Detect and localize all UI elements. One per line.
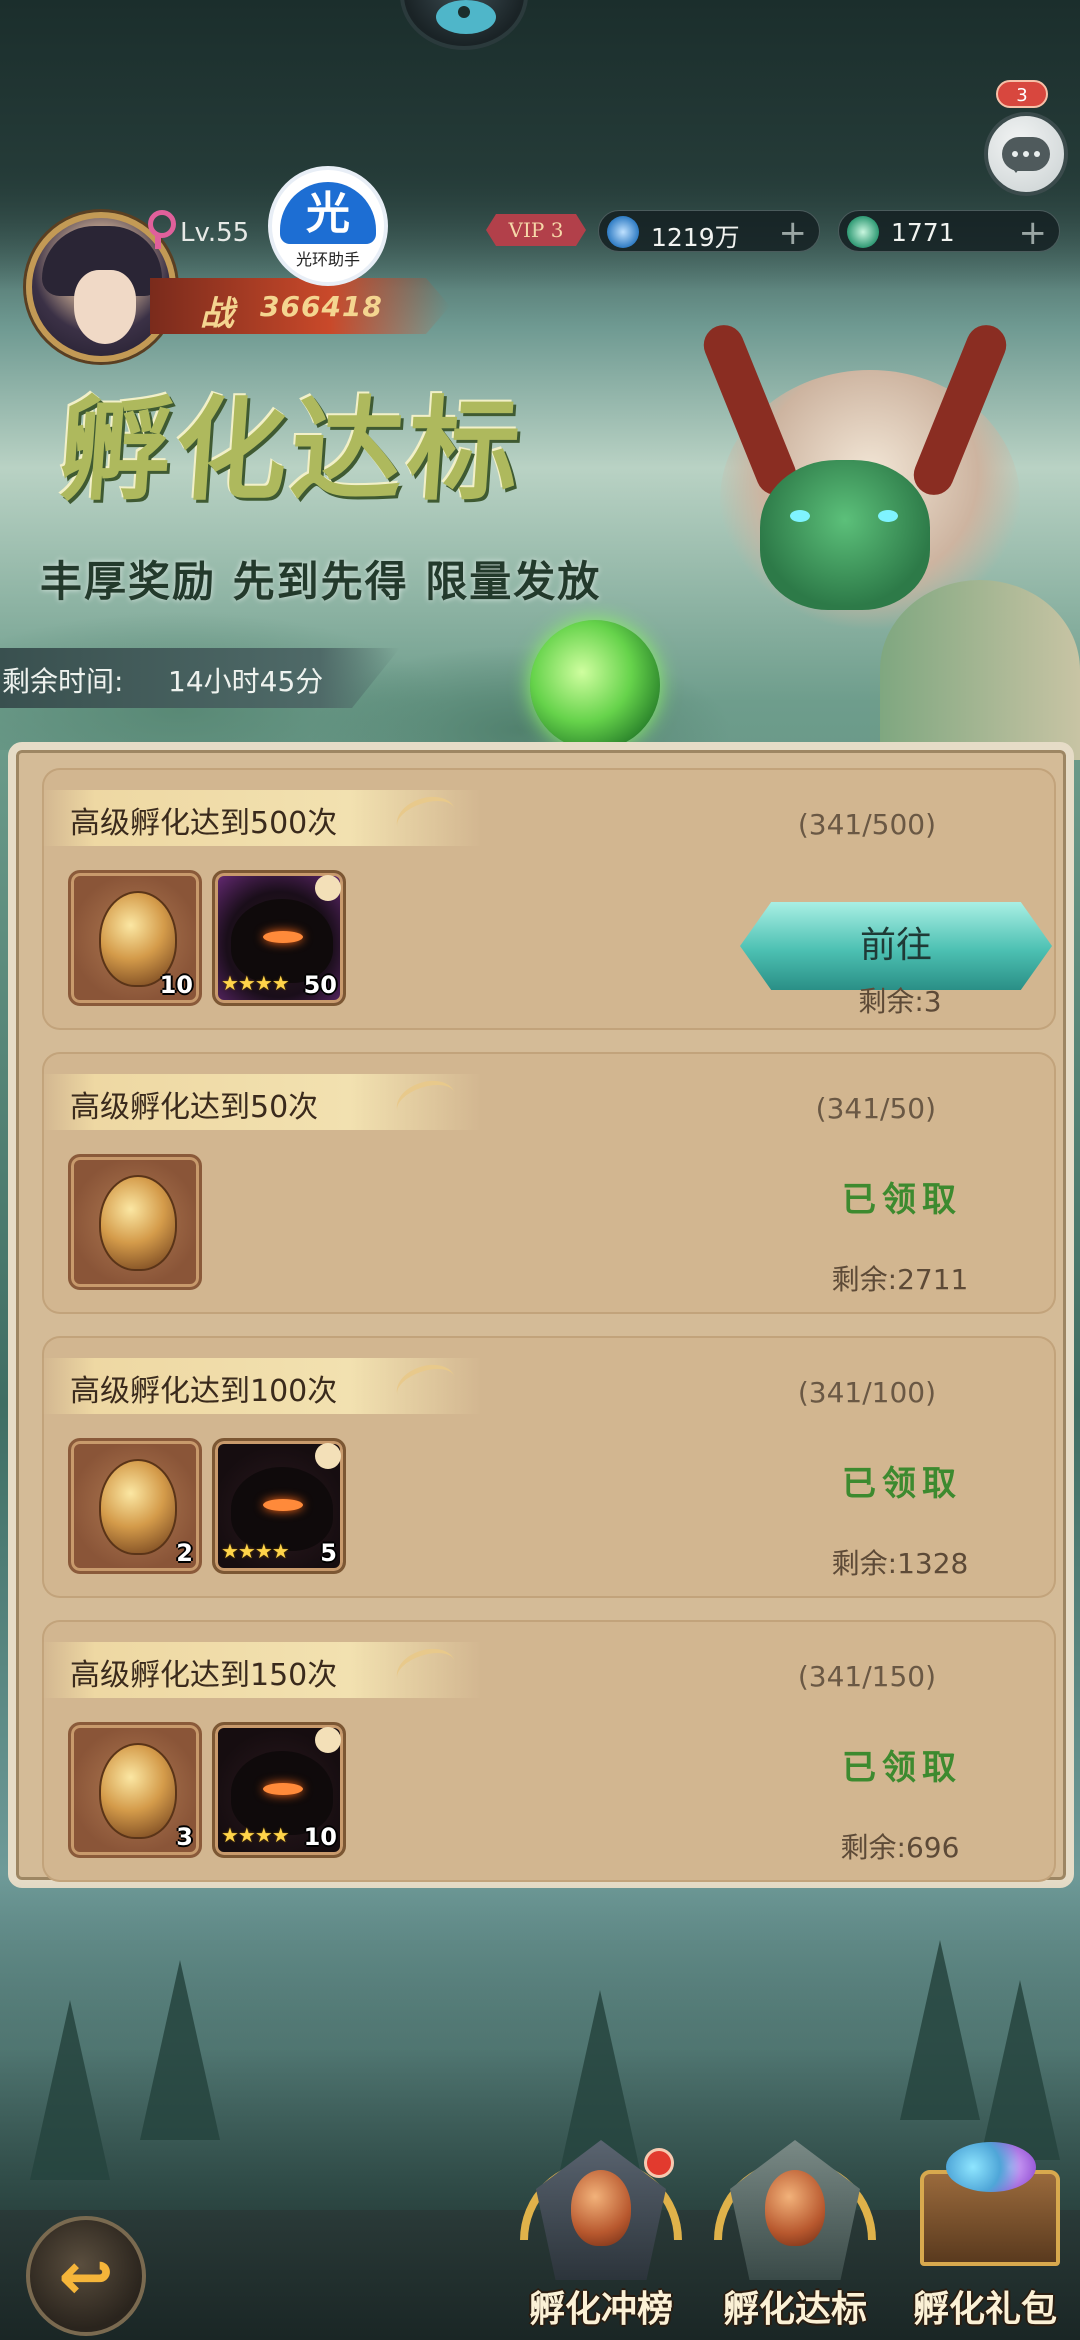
star-rating: ★★★★ [221,1823,290,1847]
notification-dot [644,2148,674,2178]
remaining-time-value: 14小时45分 [168,665,324,698]
star-rating: ★★★★ [221,1539,290,1563]
mascot-icon [436,0,496,34]
task-progress: (341/50) [815,1092,936,1125]
add-diamond-button[interactable]: + [779,213,808,253]
remaining-count: 剩余:3 [858,985,942,1018]
task-card: 高级孵化达到150次 (341/150) 3 ★★★★ 10 已领取 剩余:69… [42,1620,1056,1882]
reward-quantity: 10 [303,1823,337,1851]
combat-power-bar: 战 366418 [150,278,450,334]
task-list-panel[interactable]: 高级孵化达到500次 (341/500) 10 ★★★★ 50 前往 剩余:3 … [8,742,1074,1888]
reward-quantity: 10 [159,971,193,999]
claimed-status: 已领取 [842,1464,962,1504]
remaining-time-label: 剩余时间: [2,665,124,698]
currency-jade-value: 1771 [891,218,955,247]
event-subtitle: 丰厚奖励 先到先得 限量发放 [40,557,602,606]
chat-button[interactable] [984,112,1068,196]
go-button[interactable]: 前往 [740,902,1052,990]
add-jade-button[interactable]: + [1019,213,1048,253]
task-title: 高级孵化达到500次 [70,806,338,841]
reward-quantity: 50 [303,971,337,999]
task-card: 高级孵化达到500次 (341/500) 10 ★★★★ 50 前往 剩余:3 [42,768,1056,1030]
reward-egg-slot[interactable] [68,1154,202,1290]
remaining-count: 剩余:2711 [831,1263,969,1296]
event-banner: 孵化达标 丰厚奖励 先到先得 限量发放 剩余时间: 14小时45分 [0,319,1080,760]
golden-egg-icon [99,1459,177,1555]
chat-bubble-icon [1002,137,1050,173]
reward-quantity: 5 [320,1539,337,1567]
reward-egg-slot[interactable]: 10 [68,870,202,1006]
claimed-status: 已领取 [842,1180,962,1220]
nav-label: 孵化达标 [722,2289,867,2330]
hatch-milestone-icon [730,2140,860,2280]
currency-jade: 1771 + [838,210,1060,253]
assistant-logo-icon: 光 [280,182,376,244]
reward-beast-slot[interactable]: ★★★★ 50 [212,870,346,1006]
task-card: 高级孵化达到100次 (341/100) 2 ★★★★ 5 已领取 剩余:132… [42,1336,1056,1598]
assistant-overlay-button[interactable]: 光 光环助手 [268,166,388,286]
back-arrow-icon: ↩ [58,2237,114,2315]
jade-coin-icon [847,216,879,248]
reward-beast-slot[interactable]: ★★★★ 10 [212,1722,346,1858]
fragment-corner-icon [315,1443,341,1469]
fragment-corner-icon [315,1727,341,1753]
reward-quantity: 3 [176,1823,193,1851]
currency-diamond: 1219万 + [598,210,820,253]
event-title: 孵化达标 [54,385,528,516]
nav-hatch-gift-pack[interactable]: 孵化礼包 [890,2130,1080,2340]
reward-quantity: 2 [176,1539,193,1567]
task-progress: (341/100) [797,1376,936,1409]
remaining-time-ribbon: 剩余时间: 14小时45分 [0,648,400,708]
reward-egg-slot[interactable]: 3 [68,1722,202,1858]
reward-egg-slot[interactable]: 2 [68,1438,202,1574]
nav-label: 孵化冲榜 [528,2289,673,2330]
task-progress: (341/150) [797,1660,936,1693]
task-title: 高级孵化达到50次 [70,1090,319,1125]
task-title: 高级孵化达到150次 [70,1658,338,1693]
currency-diamond-value: 1219万 [651,223,740,252]
golden-egg-icon [99,1175,177,1271]
player-level: Lv.55 [180,218,250,248]
remaining-count: 剩余:696 [840,1831,960,1864]
claimed-status: 已领取 [842,1748,962,1788]
task-title: 高级孵化达到100次 [70,1374,338,1409]
dragon-artwork [530,319,1080,760]
nav-hatch-ranking[interactable]: 孵化冲榜 [506,2130,696,2340]
task-card: 高级孵化达到50次 (341/50) 已领取 剩余:2711 [42,1052,1056,1314]
combat-power-icon: 战 [200,294,234,334]
fragment-corner-icon [315,875,341,901]
female-gender-icon [148,210,176,249]
golden-egg-icon [99,1743,177,1839]
vip-badge[interactable]: VIP 3 [486,214,586,246]
combat-power-value: 366418 [260,290,383,323]
nav-label: 孵化礼包 [912,2289,1057,2330]
chat-unread-badge: 3 [996,80,1048,108]
assistant-label: 光环助手 [295,250,360,269]
star-rating: ★★★★ [221,971,290,995]
remaining-count: 剩余:1328 [831,1547,969,1580]
diamond-coin-icon [607,216,639,248]
nav-hatch-milestone[interactable]: 孵化达标 [700,2130,890,2340]
reward-beast-slot[interactable]: ★★★★ 5 [212,1438,346,1574]
back-button[interactable]: ↩ [26,2216,146,2336]
task-progress: (341/500) [797,808,936,841]
